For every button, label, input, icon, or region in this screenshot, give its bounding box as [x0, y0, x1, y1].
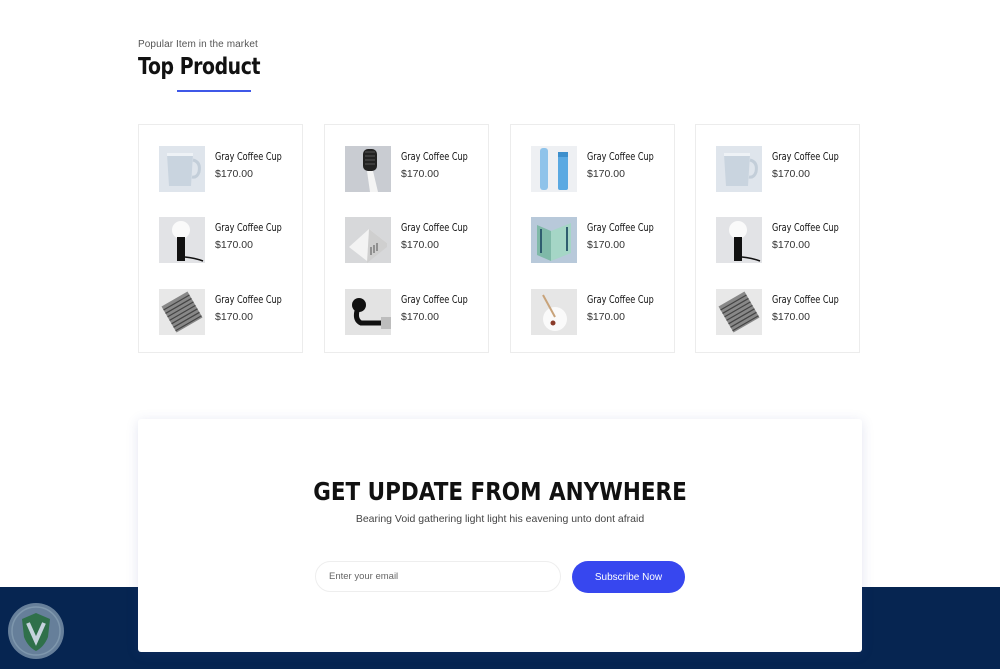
product-item[interactable]: Gray Coffee Cup $170.00 [531, 289, 671, 335]
product-price: $170.00 [215, 239, 253, 251]
soap-dish-icon[interactable] [345, 217, 391, 263]
cup-icon[interactable] [159, 146, 205, 192]
product-item[interactable]: Gray Coffee Cup $170.00 [716, 217, 856, 263]
newsletter-panel: GET UPDATE FROM ANYWHERE Bearing Void ga… [138, 419, 862, 652]
product-price: $170.00 [772, 168, 810, 180]
product-name[interactable]: Gray Coffee Cup [587, 151, 654, 163]
product-item[interactable]: Gray Coffee Cup $170.00 [159, 289, 299, 335]
product-item[interactable]: Gray Coffee Cup $170.00 [159, 146, 299, 192]
tube-bottle-icon[interactable] [531, 146, 577, 192]
product-name[interactable]: Gray Coffee Cup [401, 151, 468, 163]
product-price: $170.00 [401, 168, 439, 180]
product-card: Gray Coffee Cup $170.00 Gray Coffee Cup … [695, 124, 860, 353]
newsletter-subtitle: Bearing Void gathering light light his e… [355, 513, 645, 525]
product-item[interactable]: Gray Coffee Cup $170.00 [716, 289, 856, 335]
product-item[interactable]: Gray Coffee Cup $170.00 [531, 217, 671, 263]
product-item[interactable]: Gray Coffee Cup $170.00 [716, 146, 856, 192]
desk-lamp-icon[interactable] [531, 289, 577, 335]
product-name[interactable]: Gray Coffee Cup [215, 151, 282, 163]
product-name[interactable]: Gray Coffee Cup [587, 294, 654, 306]
section-header: Popular Item in the market Top Product [138, 39, 287, 92]
product-price: $170.00 [401, 311, 439, 323]
product-item[interactable]: Gray Coffee Cup $170.00 [345, 146, 485, 192]
product-card: Gray Coffee Cup $170.00 Gray Coffee Cup … [510, 124, 675, 353]
product-name[interactable]: Gray Coffee Cup [587, 222, 654, 234]
product-name[interactable]: Gray Coffee Cup [401, 294, 468, 306]
product-item[interactable]: Gray Coffee Cup $170.00 [345, 217, 485, 263]
book-stand-icon[interactable] [531, 217, 577, 263]
product-price: $170.00 [587, 168, 625, 180]
product-card: Gray Coffee Cup $170.00 Gray Coffee Cup … [138, 124, 303, 353]
section-title: Top Product [138, 54, 261, 80]
lamp-icon[interactable] [716, 217, 762, 263]
product-price: $170.00 [401, 239, 439, 251]
product-name[interactable]: Gray Coffee Cup [772, 151, 839, 163]
towel-hook-icon[interactable] [345, 289, 391, 335]
subscribe-button[interactable]: Subscribe Now [572, 561, 685, 593]
product-grid: Gray Coffee Cup $170.00 Gray Coffee Cup … [138, 124, 862, 355]
section-eyebrow: Popular Item in the market [138, 39, 258, 50]
pattern-tile-icon[interactable] [716, 289, 762, 335]
product-price: $170.00 [215, 311, 253, 323]
product-name[interactable]: Gray Coffee Cup [215, 222, 282, 234]
product-item[interactable]: Gray Coffee Cup $170.00 [345, 289, 485, 335]
email-input[interactable] [315, 561, 561, 592]
product-price: $170.00 [772, 239, 810, 251]
product-price: $170.00 [772, 311, 810, 323]
toothbrush-icon[interactable] [345, 146, 391, 192]
cup-icon[interactable] [716, 146, 762, 192]
product-name[interactable]: Gray Coffee Cup [401, 222, 468, 234]
pattern-tile-icon[interactable] [159, 289, 205, 335]
newsletter-title: GET UPDATE FROM ANYWHERE [313, 477, 687, 506]
product-price: $170.00 [587, 239, 625, 251]
lamp-icon[interactable] [159, 217, 205, 263]
product-price: $170.00 [215, 168, 253, 180]
product-item[interactable]: Gray Coffee Cup $170.00 [159, 217, 299, 263]
product-card: Gray Coffee Cup $170.00 Gray Coffee Cup … [324, 124, 489, 353]
product-name[interactable]: Gray Coffee Cup [772, 222, 839, 234]
title-underline [177, 90, 251, 92]
product-price: $170.00 [587, 311, 625, 323]
product-name[interactable]: Gray Coffee Cup [215, 294, 282, 306]
product-item[interactable]: Gray Coffee Cup $170.00 [531, 146, 671, 192]
product-name[interactable]: Gray Coffee Cup [772, 294, 839, 306]
shield-logo-icon [4, 601, 68, 665]
